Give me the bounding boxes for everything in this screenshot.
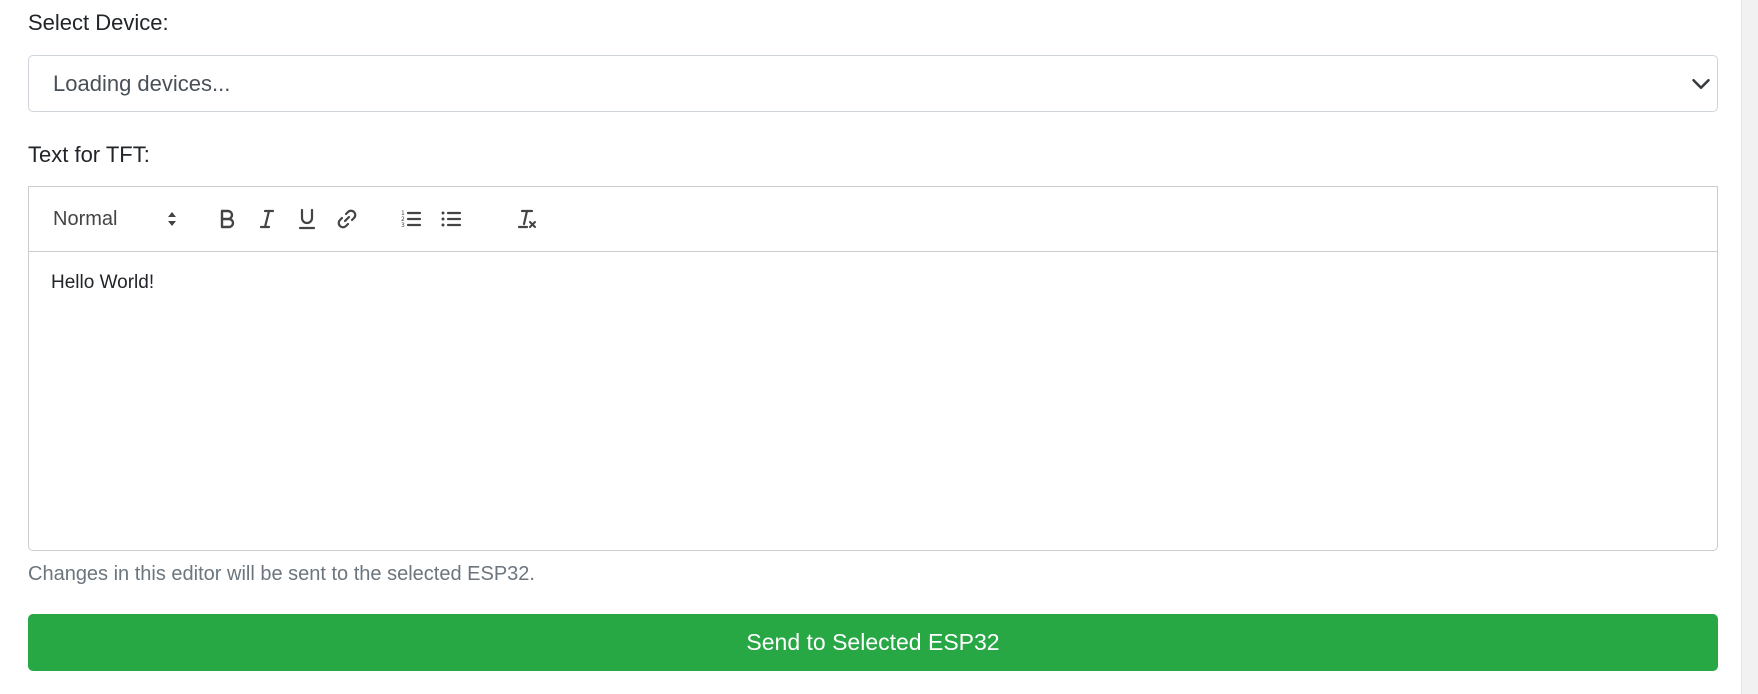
up-down-arrows-icon bbox=[168, 212, 176, 226]
chevron-down-icon bbox=[1692, 78, 1710, 89]
clear-format-icon bbox=[517, 209, 536, 229]
text-editor[interactable]: Hello World! bbox=[28, 251, 1718, 551]
format-picker-value: Normal bbox=[53, 207, 118, 230]
link-icon bbox=[337, 209, 357, 229]
select-device-label: Select Device: bbox=[28, 10, 169, 35]
italic-icon bbox=[259, 209, 275, 229]
bold-button[interactable] bbox=[207, 201, 247, 237]
underline-button[interactable] bbox=[287, 201, 327, 237]
editor-toolbar: Normal 1 2 3 bbox=[28, 186, 1718, 251]
underline-icon bbox=[298, 208, 316, 230]
bullet-list-icon bbox=[441, 211, 462, 227]
ordered-list-icon: 1 2 3 bbox=[401, 210, 422, 229]
bullet-list-button[interactable] bbox=[431, 201, 471, 237]
format-picker[interactable]: Normal bbox=[53, 201, 183, 237]
clear-format-button[interactable] bbox=[507, 201, 547, 237]
device-select[interactable]: Loading devices... bbox=[28, 55, 1718, 112]
ordered-list-button[interactable]: 1 2 3 bbox=[391, 201, 431, 237]
bold-icon bbox=[220, 209, 235, 229]
svg-text:3: 3 bbox=[401, 222, 405, 229]
editor-content: Hello World! bbox=[51, 272, 155, 293]
editor-hint: Changes in this editor will be sent to t… bbox=[28, 563, 535, 585]
device-select-value: Loading devices... bbox=[53, 70, 231, 96]
link-button[interactable] bbox=[327, 201, 367, 237]
italic-button[interactable] bbox=[247, 201, 287, 237]
send-to-esp32-button[interactable]: Send to Selected ESP32 bbox=[28, 614, 1718, 671]
page-scrollbar[interactable] bbox=[1741, 0, 1758, 694]
page: Select Device: Loading devices... Text f… bbox=[0, 0, 1758, 694]
text-for-tft-label: Text for TFT: bbox=[28, 142, 150, 167]
